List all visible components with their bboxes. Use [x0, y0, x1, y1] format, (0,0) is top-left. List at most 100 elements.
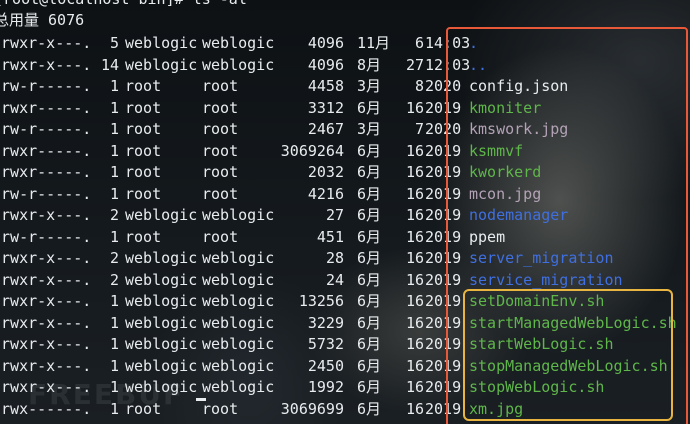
file-name: .	[469, 34, 479, 52]
file-owner: weblogic	[125, 335, 198, 353]
terminal-window[interactable]: [root@localhost bin]# ls -al 总用量 6076 dr…	[0, 0, 690, 424]
file-month: 6月	[357, 206, 382, 224]
file-links: 1	[109, 77, 119, 95]
file-day: 16	[406, 98, 425, 117]
file-day: 16	[406, 335, 425, 353]
watermark: FREEBUF	[28, 378, 185, 411]
file-links: 2	[109, 206, 119, 224]
file-month: 3月	[357, 120, 382, 138]
file-name: setDomainEnv.sh	[469, 292, 605, 310]
file-time: 2019	[425, 313, 462, 332]
file-month: 6月	[357, 313, 382, 332]
file-owner: root	[125, 98, 162, 117]
file-time: 2019	[425, 206, 462, 224]
file-owner: weblogic	[125, 34, 198, 52]
file-size: 3229	[307, 313, 344, 332]
file-time: 2019	[425, 356, 462, 375]
file-size: 2467	[307, 120, 344, 138]
file-owner: root	[125, 184, 162, 203]
file-month: 6月	[357, 98, 382, 117]
file-size: 2032	[307, 163, 344, 181]
file-perm: -rwxr-----.	[0, 98, 92, 117]
file-group: weblogic	[202, 249, 275, 267]
file-perm: drwxr-x---.	[0, 249, 92, 267]
file-size: 24	[325, 270, 344, 289]
file-time: 2019	[425, 163, 462, 181]
file-links: 2	[109, 249, 119, 267]
file-name: ksmmvf	[469, 141, 524, 160]
file-links: 14	[100, 55, 119, 74]
file-perm: -rwxr-x---.	[0, 292, 92, 310]
file-day: 16	[406, 206, 425, 224]
file-month: 8月	[357, 55, 382, 74]
file-size: 13256	[298, 292, 344, 310]
file-month: 6月	[357, 249, 382, 267]
file-month: 6月	[357, 141, 382, 160]
file-group: root	[202, 184, 239, 203]
file-month: 6月	[357, 163, 382, 181]
file-group: weblogic	[202, 313, 275, 332]
file-time: 2020	[425, 77, 462, 95]
file-group: weblogic	[202, 356, 275, 375]
file-month: 6月	[357, 378, 382, 396]
file-perm: -rw-r-----.	[0, 227, 92, 246]
file-name: startManagedWebLogic.sh	[469, 313, 677, 332]
file-name: kmswork.jpg	[469, 120, 569, 138]
file-size: 3069699	[280, 399, 344, 418]
file-size: 4096	[307, 55, 344, 74]
file-size: 5732	[307, 335, 344, 353]
file-size: 3069264	[280, 141, 344, 160]
file-links: 1	[109, 163, 119, 181]
file-owner: root	[125, 163, 162, 181]
file-links: 1	[109, 292, 119, 310]
file-time: 2019	[425, 141, 462, 160]
file-owner: weblogic	[125, 292, 198, 310]
file-owner: weblogic	[125, 55, 198, 74]
file-group: weblogic	[202, 206, 275, 224]
file-name: kmoniter	[469, 98, 542, 117]
file-owner: weblogic	[125, 270, 198, 289]
file-month: 6月	[357, 270, 382, 289]
file-day: 16	[406, 184, 425, 203]
file-time: 2019	[425, 292, 462, 310]
file-month: 6月	[357, 292, 382, 310]
file-name: ppem	[469, 227, 506, 246]
file-time: 2020	[425, 120, 462, 138]
file-size: 451	[316, 227, 344, 246]
file-month: 3月	[357, 77, 382, 95]
file-owner: weblogic	[125, 356, 198, 375]
file-name: startWebLogic.sh	[469, 335, 614, 353]
file-perm: -rwxr-x---.	[0, 335, 92, 353]
file-group: root	[202, 120, 239, 138]
file-time: 14:03	[425, 34, 471, 52]
file-size: 2450	[307, 356, 344, 375]
file-day: 27	[406, 55, 425, 74]
file-time: 2019	[425, 378, 462, 396]
file-perm: drwxr-x---.	[0, 34, 92, 52]
file-size: 4458	[307, 77, 344, 95]
file-month: 6月	[357, 184, 382, 203]
file-day: 16	[406, 270, 425, 289]
file-day: 8	[414, 77, 424, 95]
file-group: root	[202, 163, 239, 181]
file-perm: -rw-r-----.	[0, 184, 92, 203]
file-group: root	[202, 141, 239, 160]
command-prompt: [root@localhost bin]# ls -al	[0, 0, 247, 11]
file-group: weblogic	[202, 378, 275, 396]
file-day: 16	[406, 378, 425, 396]
file-name: mcon.jpg	[469, 184, 542, 203]
file-size: 1992	[307, 378, 344, 396]
file-group: root	[202, 98, 239, 117]
file-day: 16	[406, 163, 425, 181]
file-links: 5	[109, 34, 119, 52]
file-owner: weblogic	[125, 249, 198, 267]
file-perm: drwxr-x---.	[0, 270, 92, 289]
file-owner: root	[125, 77, 162, 95]
file-name: config.json	[469, 77, 569, 95]
file-group: weblogic	[202, 335, 275, 353]
file-perm: -rwxr-----.	[0, 163, 92, 181]
file-links: 1	[109, 227, 119, 246]
file-day: 16	[406, 292, 425, 310]
file-month: 6月	[357, 335, 382, 353]
file-size: 4096	[307, 34, 344, 52]
